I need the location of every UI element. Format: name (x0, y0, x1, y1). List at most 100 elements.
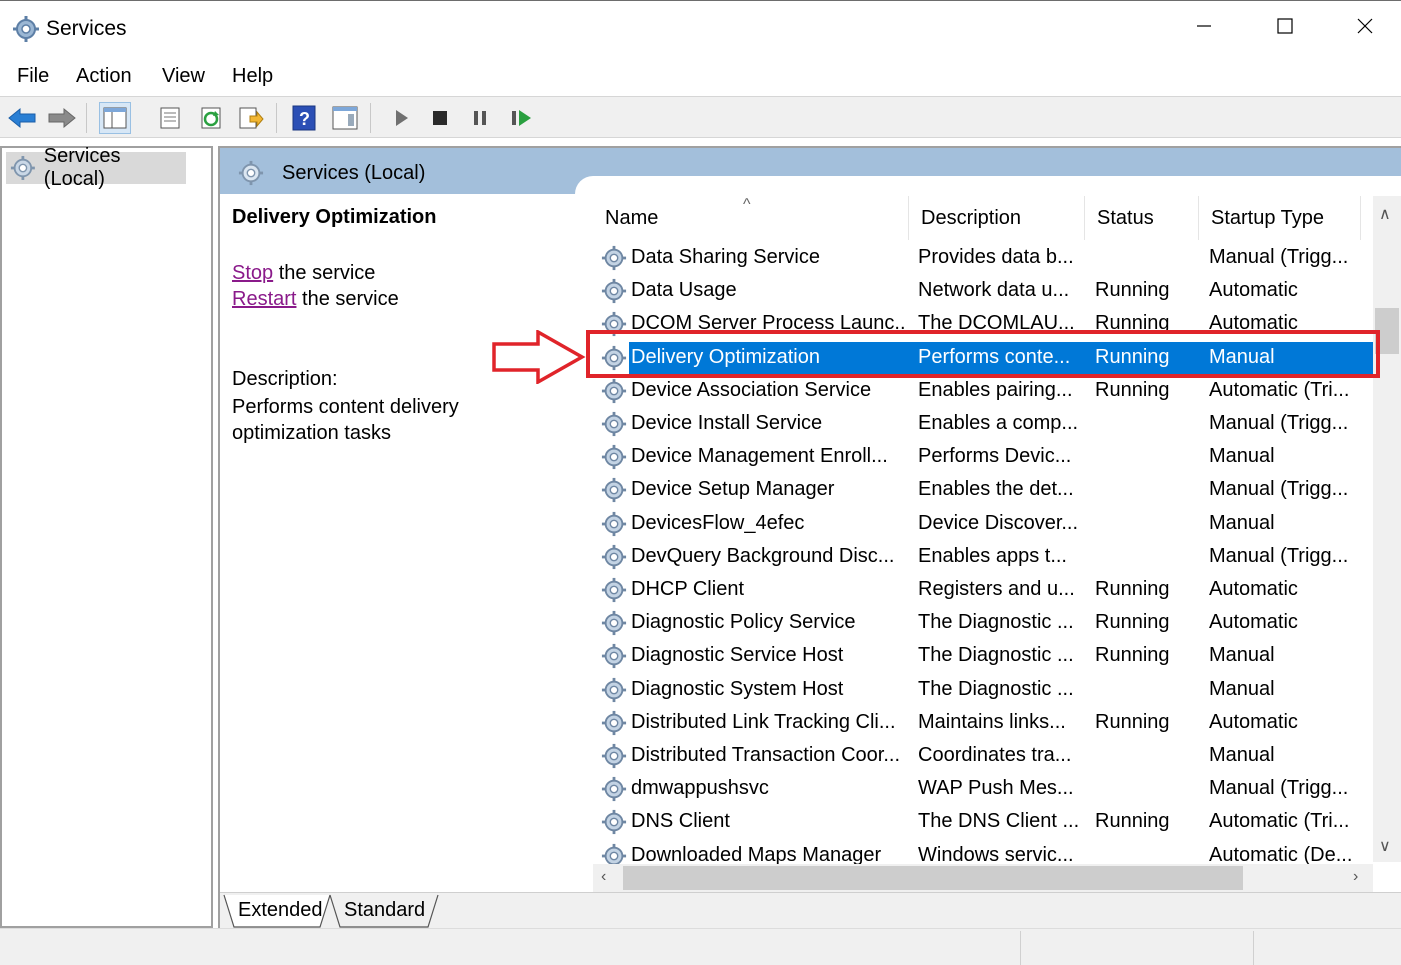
maximize-button[interactable] (1257, 9, 1313, 43)
service-description: Device Discover... (918, 511, 1079, 534)
view-tabs: Extended Standard (220, 892, 1401, 930)
properties-icon (160, 107, 180, 129)
service-startup-type: Manual (Trigg... (1209, 478, 1349, 501)
pause-service-button[interactable] (464, 102, 496, 134)
back-button[interactable] (6, 102, 38, 134)
column-header-description[interactable]: Description (909, 196, 1085, 240)
table-row[interactable]: Diagnostic Service Host The Diagnostic ..… (593, 640, 1373, 673)
list-tab-edge (575, 176, 1401, 196)
table-row[interactable]: DevicesFlow_4efec Device Discover... Manua… (593, 508, 1373, 541)
service-gear-icon (601, 577, 627, 603)
back-arrow-icon (8, 107, 36, 129)
minimize-button[interactable] (1176, 9, 1232, 43)
service-name: Diagnostic Service Host (631, 644, 844, 667)
stop-service-button[interactable] (424, 102, 456, 134)
services-gear-icon (10, 156, 35, 180)
menu-help[interactable]: Help (232, 65, 273, 88)
service-startup-type: Manual (Trigg... (1209, 544, 1349, 567)
service-startup-type: Automatic (De... (1209, 843, 1353, 864)
table-row[interactable]: Diagnostic System Host The Diagnostic ...… (593, 674, 1373, 707)
service-description: Provides data b... (918, 246, 1074, 268)
service-status: Running (1095, 578, 1170, 600)
refresh-button[interactable] (195, 102, 227, 134)
service-gear-icon (601, 511, 627, 536)
column-header-name[interactable]: Name ^ (593, 196, 909, 240)
tree-item-services-local[interactable]: Services (Local) (6, 145, 186, 190)
menu-view[interactable]: View (162, 65, 205, 88)
column-header-label: Description (921, 206, 1022, 229)
tree-item-label: Services (Local) (43, 145, 121, 190)
table-row[interactable]: Distributed Link Tracking Cli... Maintain… (593, 707, 1373, 740)
scroll-down-icon[interactable]: ∨ (1379, 836, 1391, 856)
svg-text:?: ? (299, 109, 310, 129)
service-gear-icon (601, 478, 627, 503)
stop-service-link[interactable]: Stop (232, 262, 273, 284)
table-row[interactable]: Diagnostic Policy Service The Diagnostic … (593, 607, 1373, 640)
tab-standard[interactable]: Standard (334, 897, 435, 927)
title-bar: Services (0, 0, 1401, 58)
table-row[interactable]: DevQuery Background Disc... Enables apps … (593, 541, 1373, 574)
table-row[interactable]: Device Setup Manager Enables the det... Ma… (593, 474, 1373, 507)
service-gear-icon (601, 743, 627, 769)
table-row[interactable]: Distributed Transaction Coor... Coordinat… (593, 740, 1373, 773)
restart-service-link[interactable]: Restart (232, 288, 296, 310)
pause-icon (474, 111, 486, 125)
stop-icon (433, 111, 447, 125)
vertical-scrollbar[interactable]: ∧ ∨ (1373, 196, 1401, 862)
annotation-highlight-box (586, 330, 1380, 378)
table-row[interactable]: Downloaded Maps Manager Windows servic...… (593, 840, 1373, 864)
service-startup-type: Automatic (Tri... (1209, 378, 1350, 401)
close-button[interactable] (1337, 9, 1393, 43)
table-row[interactable]: Data Sharing Service Provides data b... Ma… (593, 242, 1373, 275)
close-icon (1357, 18, 1373, 34)
service-description: WAP Push Mes... (918, 777, 1074, 800)
service-status: Running (1095, 710, 1170, 733)
scroll-left-icon[interactable]: ‹ (601, 868, 606, 886)
service-startup-type: Manual (1209, 644, 1275, 667)
service-name: DevQuery Background Disc... (631, 544, 895, 567)
table-row[interactable]: DNS Client The DNS Client ... Running Autom… (593, 806, 1373, 839)
service-description: Enables pairing... (918, 378, 1073, 401)
refresh-icon (201, 107, 221, 129)
table-row[interactable]: Device Management Enroll... Performs Devi… (593, 441, 1373, 474)
forward-arrow-icon (48, 107, 76, 129)
service-gear-icon (601, 810, 627, 835)
services-pane: Services (Local) Delivery Optimization S… (218, 146, 1401, 930)
services-gear-icon (13, 16, 39, 42)
table-row[interactable]: Device Association Service Enables pairin… (593, 375, 1373, 408)
properties-button[interactable] (154, 102, 186, 134)
table-row[interactable]: Device Install Service Enables a comp... M… (593, 408, 1373, 441)
export-list-button[interactable] (235, 102, 267, 134)
service-gear-icon (601, 378, 627, 403)
restart-service-button[interactable] (505, 102, 537, 134)
forward-button[interactable] (46, 102, 78, 134)
column-header-startup-type[interactable]: Startup Type (1199, 196, 1361, 240)
horizontal-scrollbar[interactable]: ‹ › (593, 864, 1373, 892)
service-status: Running (1095, 644, 1170, 667)
service-name: Distributed Transaction Coor... (631, 744, 901, 766)
description-text: Performs content delivery optimization t… (232, 396, 459, 444)
service-name: Device Install Service (631, 412, 823, 434)
service-name: Diagnostic Policy Service (631, 611, 856, 634)
column-header-label: Name (605, 206, 659, 229)
scroll-right-icon[interactable]: › (1353, 868, 1358, 886)
service-description: The Diagnostic ... (918, 677, 1074, 700)
service-startup-type: Manual (Trigg... (1209, 246, 1349, 268)
show-hide-console-tree-button[interactable] (99, 102, 131, 134)
table-row[interactable]: DHCP Client Registers and u... Running Auto… (593, 574, 1373, 607)
tab-extended[interactable]: Extended (228, 897, 333, 927)
menu-action[interactable]: Action (76, 65, 132, 88)
scroll-up-icon[interactable]: ∧ (1379, 204, 1391, 224)
service-gear-icon (601, 777, 627, 802)
menu-file[interactable]: File (17, 65, 49, 88)
column-header-status[interactable]: Status (1085, 196, 1199, 240)
show-action-pane-button[interactable] (329, 102, 361, 134)
service-startup-type: Automatic (Tri... (1209, 810, 1350, 833)
horizontal-scroll-thumb[interactable] (623, 866, 1243, 890)
table-row[interactable]: Data Usage Network data u... Running Automa… (593, 275, 1373, 308)
help-button[interactable]: ? (288, 102, 320, 134)
table-row[interactable]: dmwappushsvc WAP Push Mes... Manual (Trigg… (593, 773, 1373, 806)
service-description: Windows servic... (918, 843, 1074, 864)
start-service-button[interactable] (385, 102, 417, 134)
service-name: dmwappushsvc (631, 777, 769, 800)
